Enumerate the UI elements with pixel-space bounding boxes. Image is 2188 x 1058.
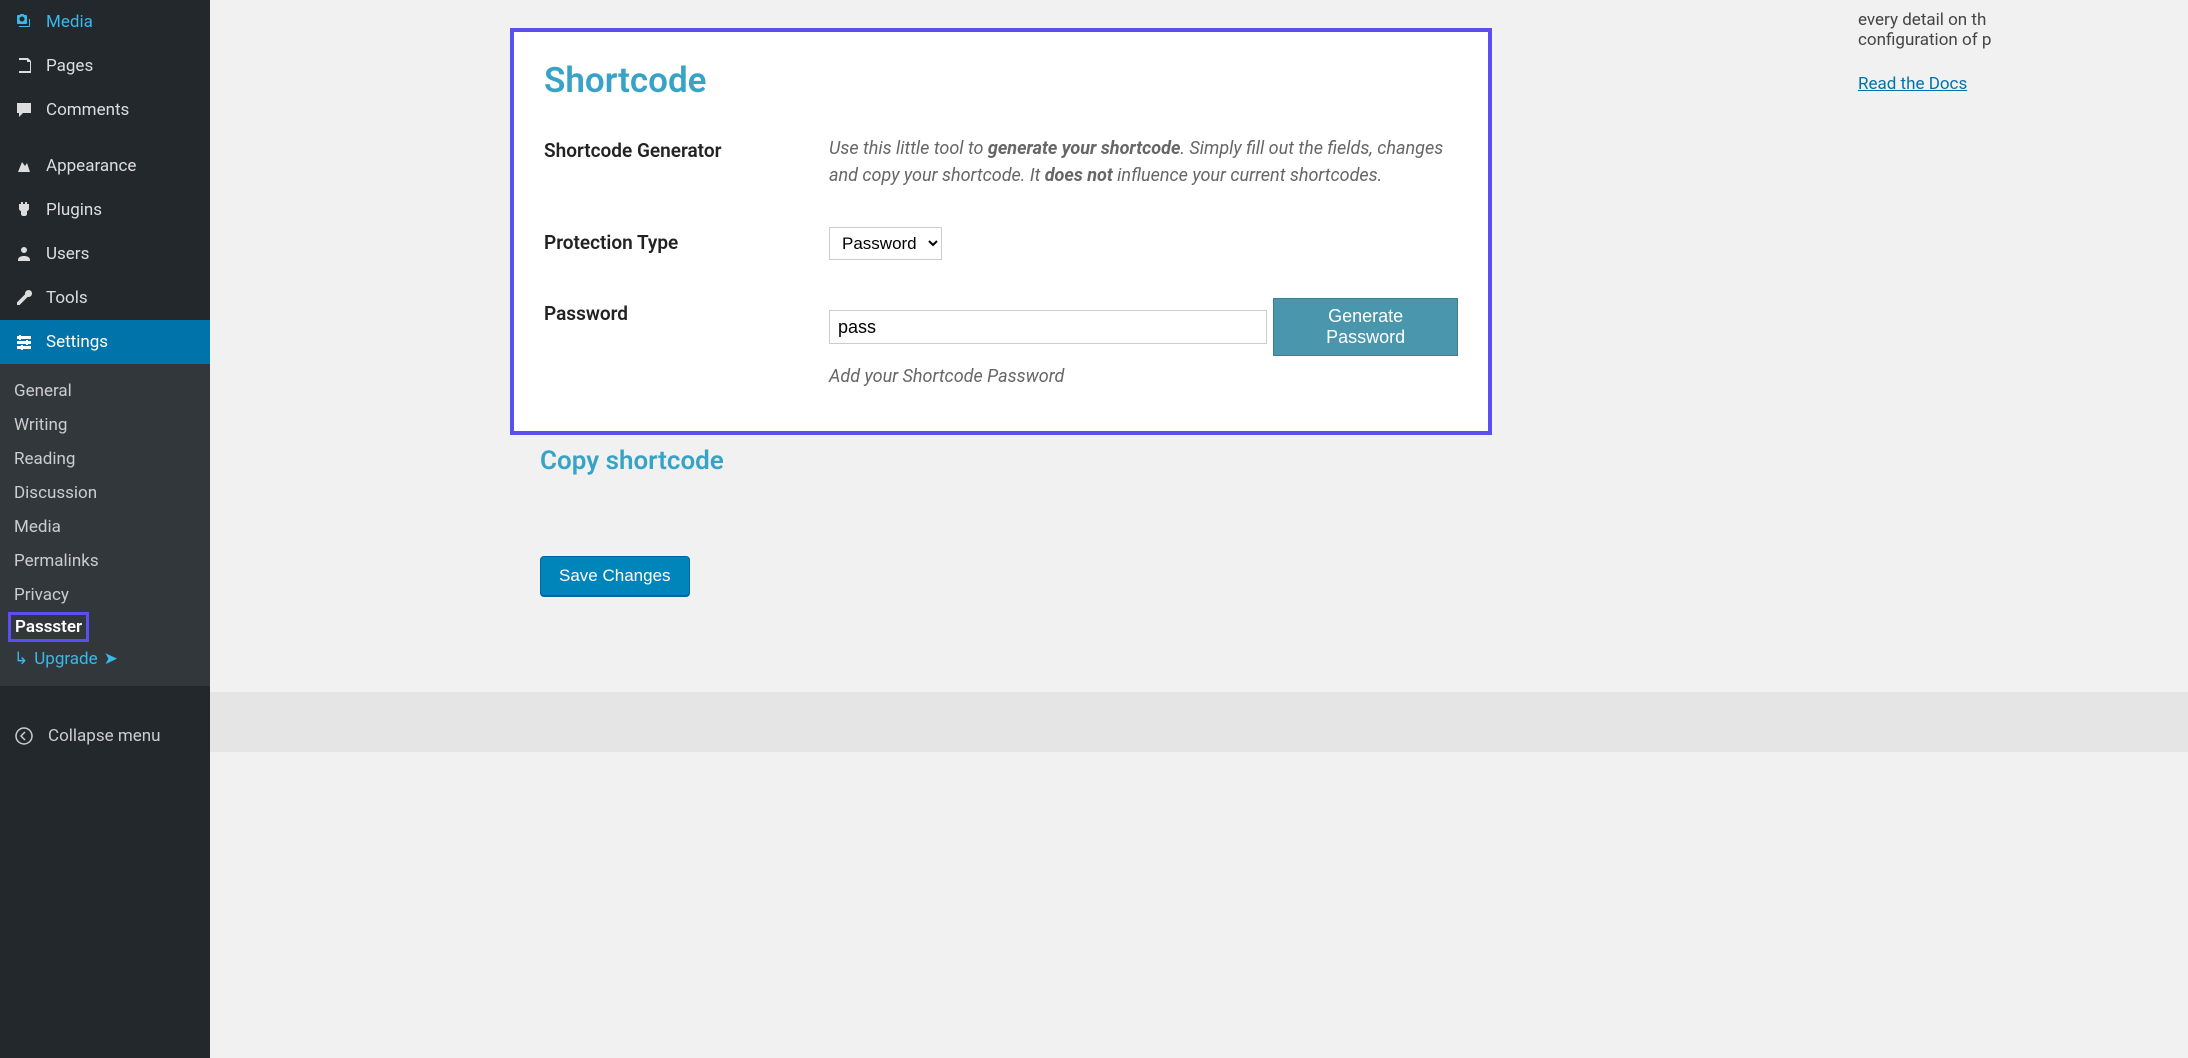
sidebar-item-label: Appearance (46, 156, 136, 176)
upgrade-plane-icon: ➤ (104, 649, 118, 669)
sidebar-item-appearance[interactable]: Appearance (0, 144, 210, 188)
copy-shortcode-title: Copy shortcode (540, 446, 724, 476)
settings-icon (12, 330, 36, 354)
password-label: Password (544, 298, 829, 387)
tools-icon (12, 286, 36, 310)
sidebar-item-users[interactable]: Users (0, 232, 210, 276)
generator-label: Shortcode Generator (544, 135, 829, 189)
generator-row: Shortcode Generator Use this little tool… (544, 135, 1458, 189)
plugins-icon (12, 198, 36, 222)
sidebar-item-plugins[interactable]: Plugins (0, 188, 210, 232)
sidebar-item-tools[interactable]: Tools (0, 276, 210, 320)
upgrade-arrow-icon: ↳ (14, 649, 28, 669)
password-input[interactable] (829, 310, 1267, 344)
sidebar-item-label: Media (46, 12, 93, 32)
submenu-reading[interactable]: Reading (0, 442, 210, 476)
appearance-icon (12, 154, 36, 178)
users-icon (12, 242, 36, 266)
admin-sidebar: Media Pages Comments Appearance Plugins … (0, 0, 210, 1058)
generator-description: Use this little tool to generate your sh… (829, 135, 1458, 189)
shortcode-panel: Shortcode Shortcode Generator Use this l… (510, 28, 1492, 435)
sidebar-item-pages[interactable]: Pages (0, 44, 210, 88)
upgrade-label: Upgrade (34, 649, 97, 669)
sidebar-item-label: Users (46, 244, 89, 264)
protection-type-select[interactable]: Password (829, 227, 942, 260)
sidebar-item-comments[interactable]: Comments (0, 88, 210, 132)
submenu-privacy[interactable]: Privacy (0, 578, 210, 612)
submenu-passster[interactable]: Passster (8, 612, 89, 642)
media-icon (12, 10, 36, 34)
sidebar-item-label: Plugins (46, 200, 102, 220)
submenu-discussion[interactable]: Discussion (0, 476, 210, 510)
sidebar-item-label: Tools (46, 288, 88, 308)
pages-icon (12, 54, 36, 78)
collapse-icon (12, 724, 36, 748)
sidebar-item-settings[interactable]: Settings (0, 320, 210, 364)
sidebar-item-label: Settings (46, 332, 108, 352)
password-hint: Add your Shortcode Password (829, 366, 1458, 387)
generate-password-button[interactable]: Generate Password (1273, 298, 1458, 356)
protection-label: Protection Type (544, 227, 829, 260)
comments-icon (12, 98, 36, 122)
side-info-box: every detail on th configuration of p Re… (1838, 0, 2188, 104)
sidebar-item-label: Comments (46, 100, 129, 120)
footer-strip (210, 692, 2188, 752)
read-docs-link[interactable]: Read the Docs (1858, 74, 1967, 94)
collapse-menu[interactable]: Collapse menu (0, 714, 210, 758)
side-info-line1: every detail on th (1858, 10, 1986, 30)
side-info-line2: configuration of p (1858, 30, 1991, 50)
collapse-label: Collapse menu (48, 726, 161, 746)
submenu-general[interactable]: General (0, 374, 210, 408)
submenu-passster-wrap[interactable]: Passster (0, 612, 210, 642)
protection-row: Protection Type Password (544, 227, 1458, 260)
main-content: every detail on th configuration of p Re… (210, 0, 2188, 970)
password-row: Password Generate Password Add your Shor… (544, 298, 1458, 387)
panel-title: Shortcode (544, 60, 1458, 101)
submenu-writing[interactable]: Writing (0, 408, 210, 442)
sidebar-item-media[interactable]: Media (0, 0, 210, 44)
submenu-upgrade[interactable]: ↳ Upgrade ➤ (0, 642, 210, 676)
submenu-permalinks[interactable]: Permalinks (0, 544, 210, 578)
sidebar-item-label: Pages (46, 56, 93, 76)
submenu-media[interactable]: Media (0, 510, 210, 544)
save-changes-button[interactable]: Save Changes (540, 556, 690, 596)
settings-submenu: General Writing Reading Discussion Media… (0, 364, 210, 686)
